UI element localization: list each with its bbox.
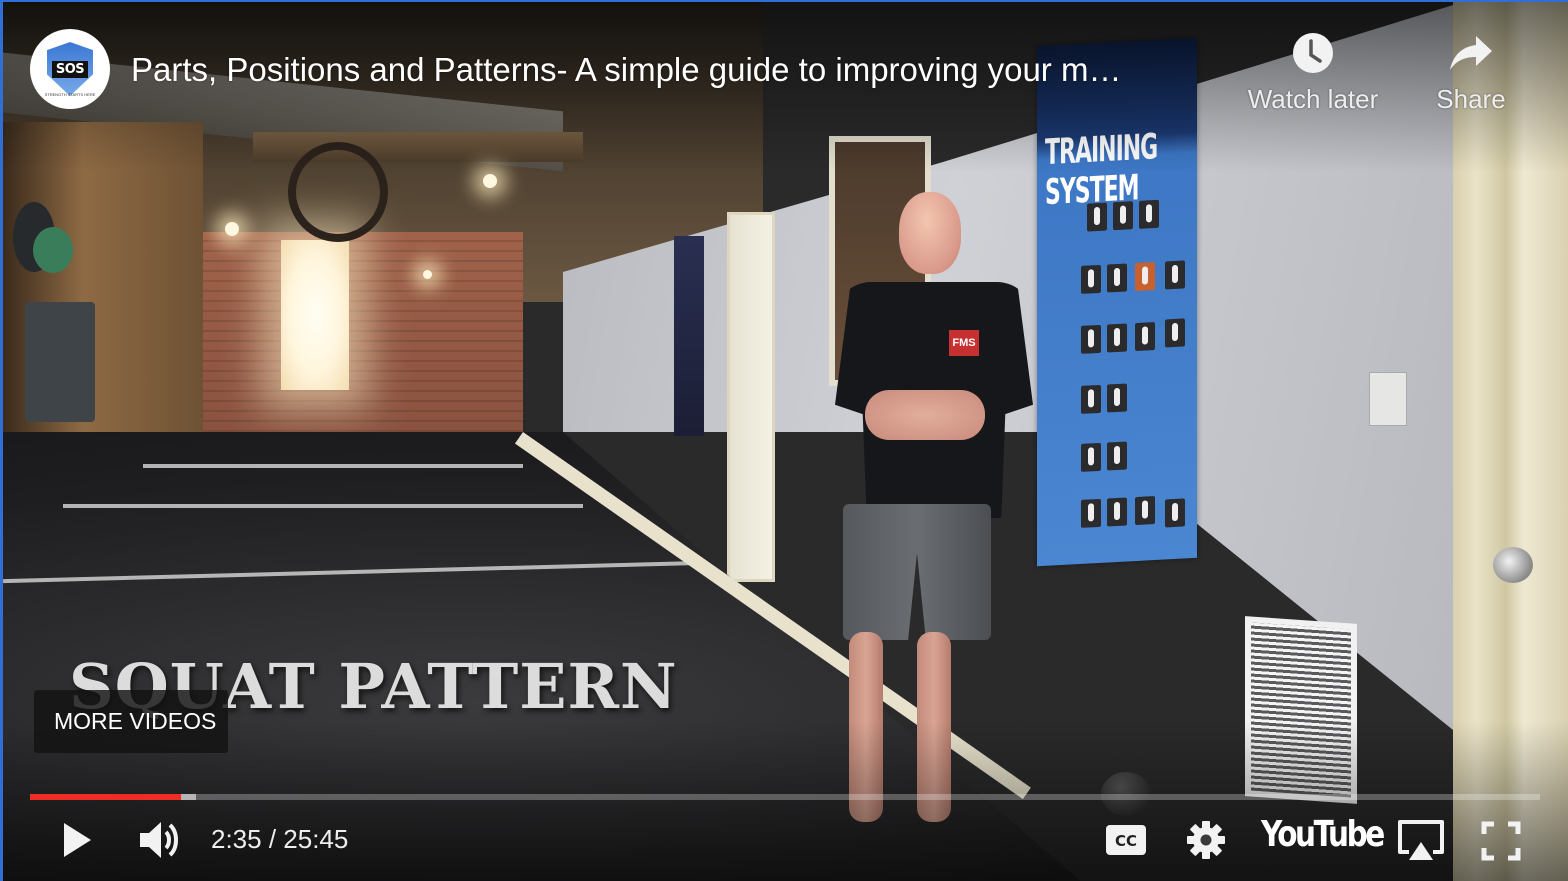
poster-exercise-icon [1081,498,1101,528]
cc-icon: CC [1106,825,1146,855]
scene-floor-line [3,560,703,584]
scene-wheel [288,142,388,242]
scene-exercise-ball [33,227,73,273]
scene-floor-line [63,504,583,508]
scene-door-frame [1453,2,1568,881]
poster-exercise-icon [1135,262,1155,292]
shirt-badge: FMS [949,330,979,356]
channel-logo-caption: STRENGTH STARTS HERE [44,92,96,97]
watch-later-label: Watch later [1247,84,1379,114]
scene-floor-line [143,464,523,468]
channel-logo-shield: SOS [47,42,93,96]
video-title-link[interactable]: Parts, Positions and Patterns- A simple … [131,49,1206,91]
video-frame[interactable]: TRAINING SYSTEM FMS [3,2,1568,881]
progress-played [30,794,181,800]
poster-exercise-icon [1135,496,1155,526]
poster-exercise-icon [1107,323,1127,353]
poster-exercise-icon [1107,441,1127,471]
poster-exercise-icon [1165,498,1185,528]
scene-lamp [423,270,432,279]
scene-light-switch [1369,372,1407,426]
poster-exercise-icon [1081,264,1101,294]
scene-door [727,212,775,582]
time-display: 2:35 / 25:45 [211,822,348,856]
scene-brick-wall [193,232,523,432]
youtube-logo[interactable]: YouTube [1261,814,1385,855]
poster-exercise-icon [1107,263,1127,293]
poster-exercise-icon [1081,442,1101,472]
scene-door-knob [1493,547,1533,583]
poster-exercise-icon [1107,383,1127,413]
presenter-shorts [843,504,991,640]
scene-lamp [225,222,239,236]
scene-kettlebell [1101,754,1151,816]
fullscreen-button[interactable] [1477,818,1525,864]
training-system-poster: TRAINING SYSTEM [1037,37,1197,567]
scene-vent [1245,616,1357,804]
scene-mat [25,302,95,422]
duration: 25:45 [283,824,349,854]
play-icon [64,823,91,857]
share-label: Share [1436,84,1506,114]
captions-button[interactable]: CC [1103,820,1149,860]
channel-avatar[interactable]: SOS STRENGTH STARTS HERE [30,29,110,109]
poster-exercise-icon [1113,201,1133,231]
progress-bar[interactable] [30,794,1540,800]
gear-icon [1187,821,1225,859]
scene-window [281,240,349,390]
poster-exercise-icon [1081,384,1101,414]
poster-exercise-icon [1081,324,1101,354]
poster-exercise-icon [1165,260,1185,290]
play-button[interactable] [53,816,101,864]
cc-text: CC [1115,832,1137,850]
share-button[interactable]: Share [1431,32,1511,115]
volume-button[interactable] [135,816,185,864]
watch-later-button[interactable]: Watch later [1241,32,1385,115]
current-time: 2:35 [211,824,262,854]
airplay-icon [1398,820,1444,860]
presenter-head [899,192,961,274]
scene-lamp [483,174,497,188]
airplay-button[interactable] [1393,816,1449,866]
poster-exercise-icon [1087,202,1107,232]
poster-exercise-icon [1107,497,1127,527]
time-separator: / [261,824,284,854]
more-videos-button[interactable]: MORE VIDEOS [34,690,228,753]
share-arrow-icon [1450,36,1492,70]
fullscreen-icon [1481,821,1521,861]
presenter-hands [865,390,985,440]
video-player[interactable]: TRAINING SYSTEM FMS SOS STRENGTH STARTS … [0,0,1568,881]
poster-exercise-icon [1139,199,1159,229]
clock-icon [1293,33,1333,73]
poster-exercise-icon [1135,322,1155,352]
poster-title: TRAINING SYSTEM [1045,127,1158,214]
poster-exercise-icon [1165,318,1185,348]
volume-icon [140,822,178,858]
settings-button[interactable] [1183,818,1229,862]
scene-small-poster [674,236,704,436]
channel-logo-text: SOS [51,60,89,78]
